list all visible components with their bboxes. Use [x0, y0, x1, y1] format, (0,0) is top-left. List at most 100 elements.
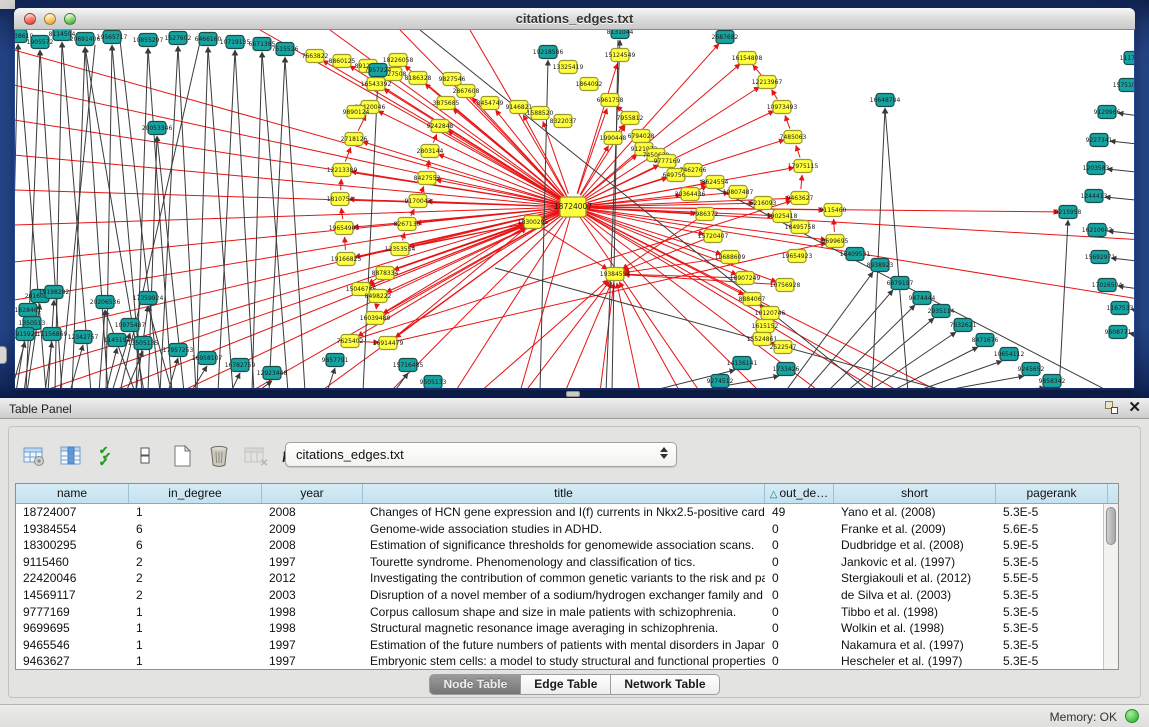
table-cell[interactable]: 0 — [765, 604, 834, 621]
column-header-title[interactable]: title — [363, 484, 765, 503]
table-row[interactable]: 1456911722003Disruption of a novel membe… — [16, 587, 1118, 604]
table-cell[interactable]: 9463627 — [16, 653, 129, 670]
table-cell[interactable]: Wolkin et al. (1998) — [834, 620, 996, 637]
table-cell[interactable]: 5.3E-5 — [996, 504, 1108, 521]
table-cell[interactable]: 0 — [765, 637, 834, 654]
table-cell[interactable]: 0 — [765, 587, 834, 604]
table-cell[interactable]: 5.9E-5 — [996, 537, 1108, 554]
table-cell[interactable]: 5.3E-5 — [996, 554, 1108, 571]
new-table-icon[interactable] — [167, 441, 197, 471]
tab-edge-table[interactable]: Edge Table — [521, 674, 611, 695]
graph-edge[interactable] — [1110, 141, 1134, 145]
table-cell[interactable]: 1 — [129, 637, 262, 654]
table-cell[interactable]: Structural magnetic resonance image aver… — [363, 620, 765, 637]
table-cell[interactable]: Yano et al. (2008) — [834, 504, 996, 521]
table-cell[interactable]: 0 — [765, 537, 834, 554]
table-cell[interactable]: 5.3E-5 — [996, 620, 1108, 637]
column-header-out_de[interactable]: △out_de… — [765, 484, 834, 503]
table-cell[interactable]: Estimation of significance thresholds fo… — [363, 537, 765, 554]
network-window[interactable]: citations_edges.txt 76638228860125891295… — [14, 8, 1135, 390]
table-row[interactable]: 1938455462009Genome-wide association stu… — [16, 521, 1118, 538]
graph-edge[interactable] — [541, 227, 608, 269]
graph-edge[interactable] — [48, 300, 54, 388]
graph-edge[interactable] — [619, 282, 680, 388]
network-window-titlebar[interactable]: citations_edges.txt — [14, 8, 1135, 30]
table-panel-titlebar[interactable]: Table Panel ✕ — [0, 398, 1149, 419]
graph-edge[interactable] — [796, 146, 800, 158]
table-cell[interactable]: 2 — [129, 587, 262, 604]
table-cell[interactable]: Jankovic et al. (1997) — [834, 554, 996, 571]
column-header-name[interactable]: name — [16, 484, 129, 503]
table-cell[interactable]: 1 — [129, 504, 262, 521]
table-cell[interactable]: 2008 — [262, 504, 363, 521]
table-cell[interactable]: 0 — [765, 620, 834, 637]
graph-edge[interactable] — [421, 186, 423, 192]
graph-edge[interactable] — [191, 366, 207, 388]
table-cell[interactable]: 5.3E-5 — [996, 604, 1108, 621]
table-cell[interactable]: 18724007 — [16, 504, 129, 521]
table-cell[interactable]: Investigating the contribution of common… — [363, 570, 765, 587]
table-cell[interactable]: Genome-wide association studies in ADHD. — [363, 521, 765, 538]
graph-edge[interactable] — [428, 160, 429, 169]
table-cell[interactable]: 1997 — [262, 653, 363, 670]
table-selector-dropdown[interactable]: citations_edges.txt — [285, 442, 677, 467]
table-cell[interactable]: 1998 — [262, 604, 363, 621]
table-cell[interactable]: 9777169 — [16, 604, 129, 621]
show-columns-icon[interactable] — [56, 441, 86, 471]
graph-edge[interactable] — [376, 305, 377, 309]
table-cell[interactable]: 18300295 — [16, 537, 129, 554]
table-cell[interactable]: 9115460 — [16, 554, 129, 571]
table-mode-icon[interactable] — [19, 441, 49, 471]
column-header-year[interactable]: year — [262, 484, 363, 503]
graph-edge[interactable] — [327, 368, 335, 388]
graph-edge[interactable] — [1105, 197, 1134, 201]
delete-rows-icon[interactable] — [204, 441, 234, 471]
graph-edge[interactable] — [252, 52, 262, 388]
table-vertical-scrollbar[interactable] — [1103, 504, 1118, 669]
table-cell[interactable]: 2003 — [262, 587, 363, 604]
graph-edge[interactable] — [834, 219, 835, 232]
table-row[interactable]: 1830029562008Estimation of significance … — [16, 537, 1118, 554]
table-cell[interactable]: Franke et al. (2009) — [834, 521, 996, 538]
table-cell[interactable]: 22420046 — [16, 570, 129, 587]
graph-edge[interactable] — [573, 207, 700, 388]
table-cell[interactable]: Tourette syndrome. Phenomenology and cla… — [363, 554, 765, 571]
graph-edge[interactable] — [753, 65, 761, 75]
table-row[interactable]: 969969511998Structural magnetic resonanc… — [16, 620, 1118, 637]
table-cell[interactable]: de Silva et al. (2003) — [834, 587, 996, 604]
scrollbar-thumb[interactable] — [1106, 507, 1116, 545]
table-cell[interactable]: 1 — [129, 620, 262, 637]
column-header-short[interactable]: short — [834, 484, 996, 503]
citation-network-graph[interactable]: 7663822886012589129541822605898275081654… — [15, 30, 1134, 388]
table-cell[interactable]: 5.5E-5 — [996, 570, 1108, 587]
table-cell[interactable]: 0 — [765, 521, 834, 538]
table-cell[interactable]: 9465546 — [16, 637, 129, 654]
graph-edge[interactable] — [623, 239, 704, 270]
graph-edge[interactable] — [584, 155, 637, 198]
graph-edge[interactable] — [914, 361, 1002, 388]
table-cell[interactable]: Tibbo et al. (1998) — [834, 604, 996, 621]
graph-edge[interactable] — [785, 115, 790, 128]
graph-edge[interactable] — [269, 57, 285, 388]
graph-edge[interactable] — [495, 268, 950, 388]
table-cell[interactable]: 2008 — [262, 537, 363, 554]
table-cell[interactable]: 2 — [129, 570, 262, 587]
graph-edge[interactable] — [936, 376, 1024, 388]
table-row[interactable]: 2242004622012Investigating the contribut… — [16, 570, 1118, 587]
table-cell[interactable]: 2009 — [262, 521, 363, 538]
table-row[interactable]: 977716911998Corpus callosum shape and si… — [16, 604, 1118, 621]
network-canvas[interactable]: 7663822886012589129541822605898275081654… — [15, 30, 1134, 388]
tab-node-table[interactable]: Node Table — [429, 674, 521, 695]
table-cell[interactable]: 0 — [765, 570, 834, 587]
graph-edge[interactable] — [160, 46, 178, 388]
graph-edge[interactable] — [384, 89, 561, 200]
table-row[interactable]: 911546021997Tourette syndrome. Phenomeno… — [16, 554, 1118, 571]
table-row[interactable]: 946554611997Estimation of the future num… — [16, 637, 1118, 654]
column-header-pagerank[interactable]: pagerank — [996, 484, 1108, 503]
row-height-icon[interactable] — [130, 441, 160, 471]
table-cell[interactable]: 49 — [765, 504, 834, 521]
table-cell[interactable]: 9699695 — [16, 620, 129, 637]
table-cell[interactable]: Stergiakouli et al. (2012) — [834, 570, 996, 587]
table-cell[interactable]: 0 — [765, 653, 834, 670]
graph-edge[interactable] — [235, 50, 254, 388]
